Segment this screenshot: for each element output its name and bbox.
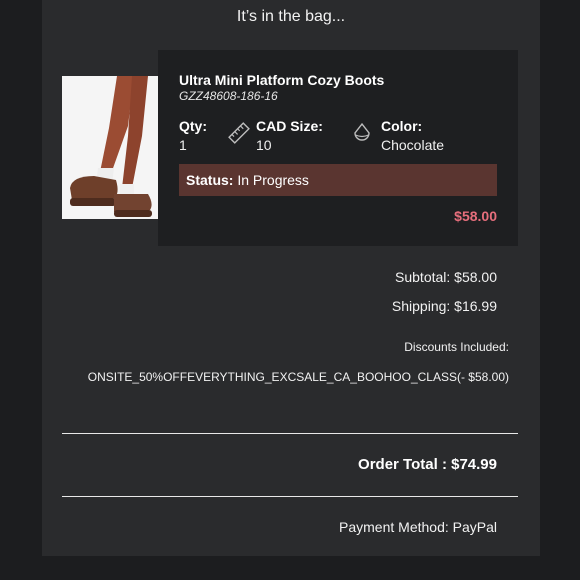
page-title: It’s in the bag... (236, 8, 346, 25)
color-drop-icon (352, 122, 372, 149)
size-value: 10 (256, 137, 272, 153)
divider-top (62, 433, 518, 434)
payment-method: Payment Method: PayPal (339, 519, 497, 535)
size-block: CAD Size: 10 (256, 118, 323, 153)
product-name[interactable]: Ultra Mini Platform Cozy Boots (179, 72, 384, 88)
size-label: CAD Size: (256, 118, 323, 134)
subtotal: Subtotal: $58.00 (395, 269, 497, 285)
order-panel: It’s in the bag... Ultra Mini Platform C… (42, 0, 540, 556)
status-value: In Progress (237, 172, 309, 188)
status-badge: Status: In Progress (179, 164, 497, 196)
divider-bottom (62, 496, 518, 497)
color-value: Chocolate (381, 137, 445, 153)
product-image[interactable] (62, 76, 158, 219)
order-item-card: Ultra Mini Platform Cozy Boots GZZ48608-… (158, 50, 518, 246)
product-sku: GZZ48608-186-16 (179, 89, 278, 103)
item-price: $58.00 (454, 208, 497, 224)
ruler-icon (228, 122, 250, 149)
qty-label: Qty: (179, 118, 207, 134)
qty-block: Qty: 1 (179, 118, 207, 153)
shipping: Shipping: $16.99 (391, 298, 497, 314)
status-label: Status: (186, 172, 234, 188)
color-block: Color: Chocolate (381, 118, 444, 153)
order-total: Order Total : $74.99 (358, 456, 497, 473)
color-label: Color: (381, 118, 423, 134)
discounts-label: Discounts Included: (404, 340, 509, 354)
qty-value: 1 (179, 137, 187, 153)
product-image-art (62, 76, 158, 219)
discount-code: ONSITE_50%OFFEVERYTHING_EXCSALE_CA_BOOHO… (87, 370, 509, 384)
